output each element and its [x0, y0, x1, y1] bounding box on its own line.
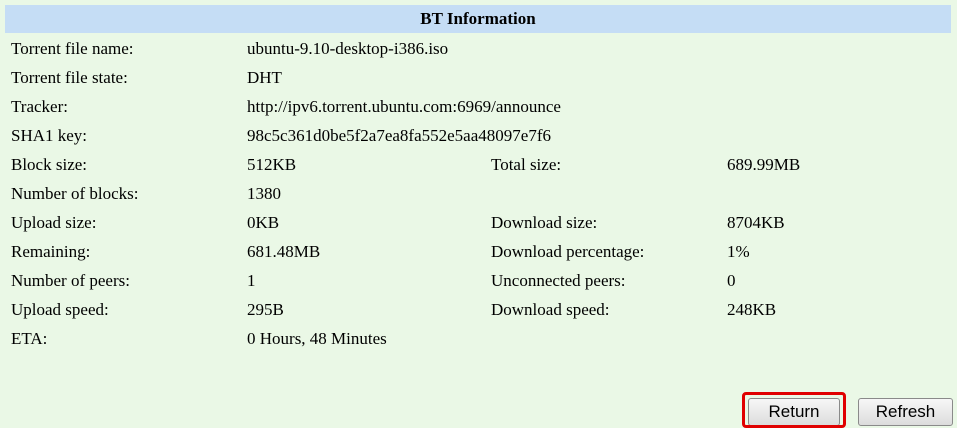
bt-information-panel: BT Information Torrent file name: ubuntu…	[0, 0, 957, 428]
field-value: 1	[247, 271, 256, 290]
field-label: Upload speed:	[11, 300, 109, 319]
field-value: 248KB	[727, 300, 777, 319]
field-label: Number of blocks:	[11, 184, 139, 203]
field-label: Download speed:	[491, 300, 610, 319]
panel-title: BT Information	[5, 5, 951, 33]
page: BT Information Torrent file name: ubuntu…	[0, 0, 957, 428]
field-value: 0	[727, 271, 736, 290]
field-label: ETA:	[11, 329, 48, 348]
field-value: 1%	[727, 242, 750, 261]
field-value: 295B	[247, 300, 284, 319]
table-row-number-of-peers: Number of peers: 1 Unconnected peers: 0	[0, 266, 957, 295]
table-row-upload-size: Upload size: 0KB Download size: 8704KB	[0, 208, 957, 237]
table-row-block-size: Block size: 512KB Total size: 689.99MB	[0, 150, 957, 179]
field-label: Total size:	[491, 155, 562, 174]
field-label: Download percentage:	[491, 242, 645, 261]
field-value: 98c5c361d0be5f2a7ea8fa552e5aa48097e7f6	[247, 126, 551, 145]
field-value: 681.48MB	[247, 242, 321, 261]
info-table: Torrent file name: ubuntu-9.10-desktop-i…	[0, 34, 957, 353]
field-value: 0 Hours, 48 Minutes	[247, 329, 387, 348]
table-row-torrent-file-name: Torrent file name: ubuntu-9.10-desktop-i…	[0, 34, 957, 63]
table-row-torrent-file-state: Torrent file state: DHT	[0, 63, 957, 92]
field-value: 1380	[247, 184, 281, 203]
field-value: 8704KB	[727, 213, 785, 232]
field-label: Upload size:	[11, 213, 97, 232]
return-button[interactable]: Return	[748, 398, 840, 426]
table-row-number-of-blocks: Number of blocks: 1380	[0, 179, 957, 208]
field-label: Number of peers:	[11, 271, 130, 290]
field-label: Block size:	[11, 155, 88, 174]
field-label: Unconnected peers:	[491, 271, 626, 290]
refresh-button[interactable]: Refresh	[858, 398, 953, 426]
table-row-sha1-key: SHA1 key: 98c5c361d0be5f2a7ea8fa552e5aa4…	[0, 121, 957, 150]
table-row-tracker: Tracker: http://ipv6.torrent.ubuntu.com:…	[0, 92, 957, 121]
field-value: 689.99MB	[727, 155, 801, 174]
field-label: Torrent file state:	[11, 68, 128, 87]
field-label: Download size:	[491, 213, 598, 232]
field-value: DHT	[247, 68, 282, 87]
field-value: http://ipv6.torrent.ubuntu.com:6969/anno…	[247, 97, 561, 116]
field-value: 0KB	[247, 213, 280, 232]
table-row-eta: ETA: 0 Hours, 48 Minutes	[0, 324, 957, 353]
field-label: Tracker:	[11, 97, 68, 116]
field-label: SHA1 key:	[11, 126, 88, 145]
table-row-remaining: Remaining: 681.48MB Download percentage:…	[0, 237, 957, 266]
field-label: Remaining:	[11, 242, 91, 261]
field-label: Torrent file name:	[11, 39, 134, 58]
field-value: ubuntu-9.10-desktop-i386.iso	[247, 39, 449, 58]
table-row-upload-speed: Upload speed: 295B Download speed: 248KB	[0, 295, 957, 324]
field-value: 512KB	[247, 155, 297, 174]
